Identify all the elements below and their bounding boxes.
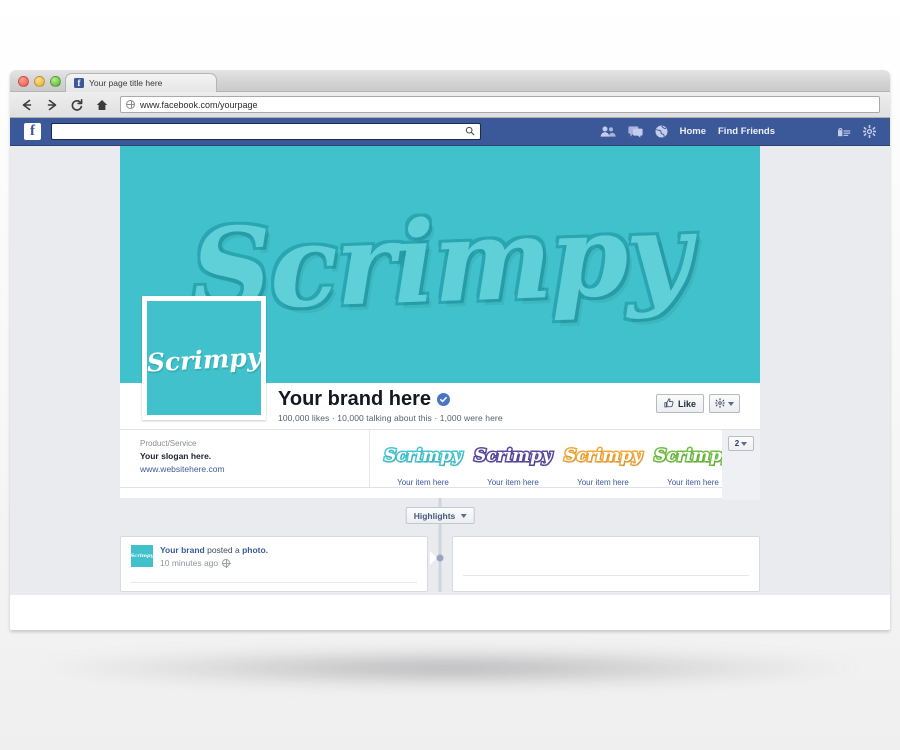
item-label[interactable]: Your item here (378, 478, 468, 487)
post-avatar-text: Scrimpy (131, 553, 153, 560)
page-settings-button[interactable] (709, 394, 740, 413)
items-count-value: 2 (734, 439, 740, 448)
forward-arrow-icon[interactable] (45, 98, 59, 112)
page-website-link[interactable]: www.websitehere.com (140, 464, 357, 474)
facebook-page-body: Scrimpy Scrimpy Your brand here 100,000 … (10, 146, 890, 595)
nav-link-home[interactable]: Home (680, 126, 706, 137)
privacy-shortcuts-icon[interactable] (837, 126, 851, 137)
facebook-navbar-right: Home Find Friends (600, 125, 882, 138)
highlights-zone: Highlights (120, 498, 760, 534)
list-item[interactable]: Scrimpy Your item here (378, 438, 468, 488)
page-category: Product/Service (140, 439, 197, 448)
item-logo-text: Scrimpy (473, 445, 554, 468)
page-info-panel: Product/Service Your slogan here. www.we… (120, 430, 370, 487)
item-label[interactable]: Your item here (468, 478, 558, 487)
post-meta: Your brand posted a photo. 10 minutes ag… (160, 545, 268, 568)
window-drop-shadow (40, 648, 860, 688)
items-row-footer (120, 488, 760, 498)
page-slogan: Your slogan here. (140, 451, 212, 461)
verified-check-icon (437, 392, 450, 406)
page-stats: 100,000 likes · 10,000 talking about thi… (278, 413, 503, 423)
profile-picture[interactable]: Scrimpy (142, 296, 266, 420)
post-card[interactable] (452, 536, 760, 592)
item-logo: Scrimpy (558, 438, 648, 474)
item-logo-text: Scrimpy (563, 445, 644, 468)
browser-window: f Your page title here www.facebook.com/… (10, 70, 890, 630)
chevron-down-icon (728, 401, 734, 406)
browser-tab[interactable]: f Your page title here (65, 73, 217, 92)
list-item[interactable]: Scrimpy Your item here (558, 438, 648, 488)
reload-icon[interactable] (70, 98, 84, 112)
list-item[interactable]: Scrimpy Your item here (468, 438, 558, 488)
post-story-line: Your brand posted a photo. (160, 545, 268, 555)
notifications-icon[interactable] (655, 125, 668, 138)
items-count-dropdown[interactable]: 2 (728, 436, 754, 451)
facebook-logo-icon[interactable]: f (24, 123, 41, 140)
site-globe-icon (126, 100, 135, 109)
post-timestamp[interactable]: 10 minutes ago (160, 558, 218, 568)
minimize-window-button[interactable] (34, 76, 45, 87)
browser-toolbar: www.facebook.com/yourpage (10, 92, 890, 118)
search-icon[interactable] (465, 126, 475, 138)
back-arrow-icon[interactable] (20, 98, 34, 112)
timeline-posts: Scrimpy Your brand posted a photo. 10 mi… (120, 534, 760, 592)
browser-titlebar: f Your page title here (10, 70, 890, 92)
like-button-label: Like (677, 398, 696, 409)
item-label[interactable]: Your item here (558, 478, 648, 487)
featured-items-row: Scrimpy Your item here Scrimpy Your item… (370, 430, 760, 500)
item-logo: Scrimpy (468, 438, 558, 474)
profile-identity: Your brand here 100,000 likes · 10,000 t… (278, 388, 503, 423)
page-info-row: Product/Service Your slogan here. www.we… (120, 430, 760, 500)
gear-icon (715, 397, 725, 410)
page-canvas: Scrimpy Scrimpy Your brand here 100,000 … (120, 146, 760, 592)
post-card[interactable]: Scrimpy Your brand posted a photo. 10 mi… (120, 536, 428, 592)
post-author[interactable]: Your brand (160, 545, 205, 555)
window-traffic-lights (18, 76, 61, 87)
facebook-f-icon: f (74, 78, 84, 88)
address-bar-value: www.facebook.com/yourpage (140, 99, 258, 110)
post-object-link[interactable]: photo. (242, 545, 268, 555)
item-logo: Scrimpy (378, 438, 468, 474)
post-header: Scrimpy Your brand posted a photo. 10 mi… (131, 545, 417, 568)
facebook-search-input[interactable] (51, 123, 481, 140)
browser-tab-title: Your page title here (89, 78, 163, 88)
avatar-brand-text: Scrimpy (146, 342, 262, 378)
item-logo-text: Scrimpy (383, 445, 464, 468)
nav-link-find-friends[interactable]: Find Friends (718, 126, 775, 137)
like-button[interactable]: Like (655, 394, 704, 413)
brand-name-text: Your brand here (278, 388, 431, 410)
highlights-button[interactable]: Highlights (405, 507, 475, 524)
timeline-right-column (440, 536, 760, 592)
post-divider (131, 582, 417, 583)
home-icon[interactable] (95, 98, 109, 112)
address-bar[interactable]: www.facebook.com/yourpage (120, 96, 880, 113)
globe-icon (222, 559, 232, 568)
chevron-down-icon (460, 513, 467, 518)
page-title: Your brand here (278, 388, 503, 410)
chevron-down-icon (741, 441, 748, 446)
avatar[interactable]: Scrimpy (131, 545, 153, 567)
item-logo-text: Scrimpy (653, 445, 734, 468)
thumbs-up-icon (664, 397, 674, 410)
page-actions: Like (655, 394, 740, 413)
post-timestamp-row: 10 minutes ago (160, 558, 268, 568)
settings-gear-icon[interactable] (863, 125, 876, 138)
post-divider (463, 575, 749, 576)
friend-requests-icon[interactable] (600, 126, 616, 137)
timeline-left-column: Scrimpy Your brand posted a photo. 10 mi… (120, 536, 440, 592)
close-window-button[interactable] (18, 76, 29, 87)
zoom-window-button[interactable] (50, 76, 61, 87)
highlights-label: Highlights (413, 510, 456, 521)
facebook-navbar: f Home Find Friends (10, 118, 890, 146)
timeline-dot (436, 554, 444, 562)
timeline-spine (438, 534, 442, 592)
messages-icon[interactable] (627, 125, 643, 138)
post-action-text: posted a (207, 545, 240, 555)
